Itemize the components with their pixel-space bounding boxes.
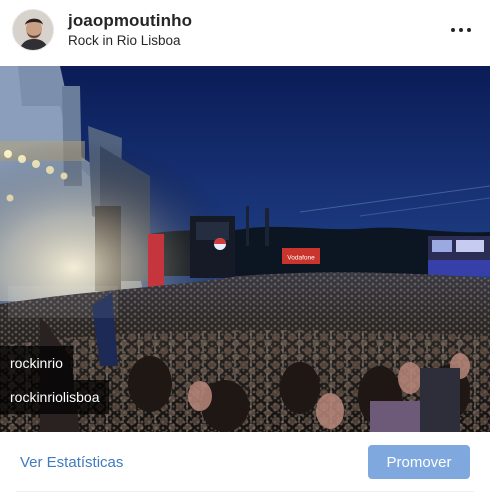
avatar[interactable] [12,9,54,51]
more-horizontal-icon[interactable] [450,18,474,42]
divider [16,491,474,492]
post-footer: Ver Estatísticas Promover [0,432,490,500]
view-insights-link[interactable]: Ver Estatísticas [20,454,123,471]
promote-button[interactable]: Promover [368,445,470,479]
post-photo[interactable]: Vodafone rockinrio rockinriolisboa [0,66,490,432]
vodafone-sign: Vodafone [287,255,315,262]
hashtag-tag-rockinriolisboa[interactable]: rockinriolisboa [0,380,110,414]
username[interactable]: joaopmoutinho [68,11,192,31]
location-link[interactable]: Rock in Rio Lisboa [68,33,181,48]
hashtag-tag-rockinrio[interactable]: rockinrio [0,346,73,380]
post-header: joaopmoutinho Rock in Rio Lisboa [0,0,490,66]
